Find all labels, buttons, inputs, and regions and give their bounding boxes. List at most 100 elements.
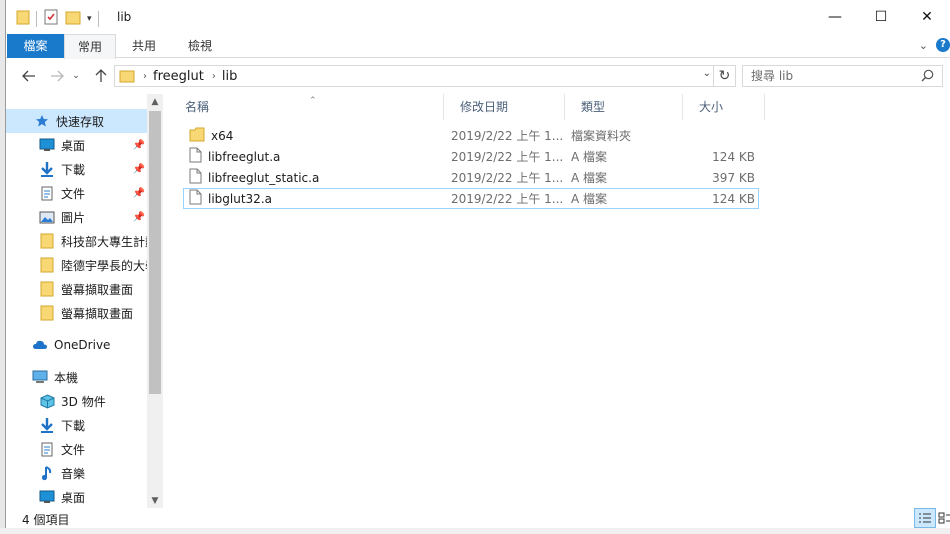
file-name: libfreeglut_static.a bbox=[208, 170, 320, 185]
customize-toolbar-icon[interactable]: ▾ bbox=[87, 14, 92, 24]
scroll-up-icon[interactable]: ▲ bbox=[147, 94, 163, 110]
file-type: A 檔案 bbox=[571, 150, 608, 164]
nav-item-documents[interactable]: 文件 bbox=[6, 437, 147, 461]
folder-icon bbox=[16, 9, 30, 28]
file-type: A 檔案 bbox=[571, 171, 608, 185]
file-name: libfreeglut.a bbox=[208, 149, 281, 164]
pin-icon[interactable]: 📌 bbox=[133, 140, 145, 151]
status-bar: 4 個項目 bbox=[6, 508, 950, 528]
nav-item-folder[interactable]: 陸德宇學長的大學 bbox=[6, 253, 147, 277]
nav-item-label: 3D 物件 bbox=[61, 394, 106, 409]
pin-icon[interactable]: 📌 bbox=[133, 164, 145, 175]
desktop-icon bbox=[39, 137, 55, 153]
new-folder-icon[interactable] bbox=[65, 9, 81, 28]
nav-item-quick-access[interactable]: 快速存取 bbox=[6, 109, 147, 133]
large-icons-view-button[interactable] bbox=[934, 508, 950, 528]
nav-item-documents[interactable]: 文件 📌 bbox=[6, 181, 147, 205]
toolbar-separator bbox=[36, 10, 37, 27]
nav-item-label: 本機 bbox=[54, 370, 79, 385]
column-header-label: 名稱 bbox=[185, 100, 210, 114]
scrollbar-thumb[interactable] bbox=[149, 111, 161, 394]
expand-ribbon-icon[interactable]: ⌄ bbox=[919, 39, 928, 52]
table-row-focused[interactable]: libglut32.a 2019/2/22 上午 1... A 檔案 124 K… bbox=[183, 188, 759, 209]
search-box[interactable] bbox=[742, 65, 943, 87]
up-button[interactable] bbox=[90, 66, 112, 86]
table-row[interactable]: x64 2019/2/22 上午 1... 檔案資料夾 bbox=[183, 125, 759, 146]
picture-icon bbox=[39, 209, 55, 225]
folder-icon bbox=[189, 127, 205, 145]
table-row[interactable]: libfreeglut_static.a 2019/2/22 上午 1... A… bbox=[183, 167, 759, 188]
tab-file[interactable]: 檔案 bbox=[7, 34, 64, 58]
tab-home[interactable]: 常用 bbox=[64, 34, 116, 59]
breadcrumb-lib[interactable]: lib bbox=[222, 69, 237, 84]
refresh-icon: ↻ bbox=[718, 68, 731, 84]
file-icon bbox=[189, 147, 202, 166]
nav-item-label: 陸德宇學長的大學 bbox=[61, 258, 147, 273]
nav-item-desktop[interactable]: 桌面 bbox=[6, 485, 147, 509]
tab-share[interactable]: 共用 bbox=[116, 34, 172, 58]
nav-item-desktop[interactable]: 桌面 📌 bbox=[6, 133, 147, 157]
file-icon bbox=[189, 189, 202, 208]
pin-icon[interactable]: 📌 bbox=[133, 212, 145, 223]
nav-item-label: OneDrive bbox=[54, 338, 111, 352]
item-count: 4 個項目 bbox=[22, 513, 70, 527]
folder-icon bbox=[39, 281, 55, 297]
file-size: 397 KB bbox=[712, 170, 755, 185]
file-name: libglut32.a bbox=[208, 191, 272, 206]
forward-button[interactable] bbox=[46, 66, 68, 86]
details-view-button[interactable] bbox=[914, 508, 936, 528]
document-icon bbox=[39, 185, 55, 201]
nav-item-music[interactable]: 音樂 bbox=[6, 461, 147, 485]
column-header-type[interactable]: 類型 bbox=[565, 94, 683, 120]
nav-item-downloads[interactable]: 下載 bbox=[6, 413, 147, 437]
nav-item-onedrive[interactable]: OneDrive bbox=[6, 333, 147, 357]
breadcrumb-chevron-icon[interactable]: › bbox=[143, 71, 147, 82]
nav-item-downloads[interactable]: 下載 📌 bbox=[6, 157, 147, 181]
breadcrumb-chevron-icon[interactable]: › bbox=[212, 71, 216, 82]
column-header-name[interactable]: 名稱 ⌃ bbox=[169, 94, 444, 120]
large-icons-view-icon bbox=[938, 512, 950, 524]
folder-icon bbox=[119, 69, 135, 83]
breadcrumb-freeglut[interactable]: freeglut bbox=[153, 69, 204, 84]
quick-access-toolbar: ▾ bbox=[16, 9, 99, 28]
file-date: 2019/2/22 上午 1... bbox=[451, 192, 564, 206]
nav-scrollbar[interactable]: ▲ ▼ bbox=[147, 94, 163, 510]
download-icon bbox=[39, 161, 55, 177]
column-header-label: 修改日期 bbox=[460, 100, 509, 114]
nav-item-folder[interactable]: 科技部大專生計劃 bbox=[6, 229, 147, 253]
nav-item-this-pc[interactable]: 本機 bbox=[6, 365, 147, 389]
column-header-size[interactable]: 大小 bbox=[683, 94, 765, 120]
table-row[interactable]: libfreeglut.a 2019/2/22 上午 1... A 檔案 124… bbox=[183, 146, 759, 167]
close-button[interactable]: ✕ bbox=[904, 0, 950, 34]
file-type: 檔案資料夾 bbox=[571, 129, 632, 143]
file-date: 2019/2/22 上午 1... bbox=[451, 171, 564, 185]
back-button[interactable] bbox=[18, 66, 40, 86]
forward-arrow-icon bbox=[51, 70, 64, 82]
desktop-icon bbox=[39, 489, 55, 505]
nav-item-3d-objects[interactable]: 3D 物件 bbox=[6, 389, 147, 413]
folder-icon bbox=[39, 257, 55, 273]
nav-item-folder[interactable]: 螢幕擷取畫面 bbox=[6, 277, 147, 301]
cloud-icon bbox=[32, 337, 48, 353]
pin-icon[interactable]: 📌 bbox=[133, 188, 145, 199]
recent-locations-button[interactable]: ⌄ bbox=[70, 66, 82, 86]
refresh-button[interactable]: ↻ bbox=[714, 65, 736, 87]
address-dropdown-icon[interactable]: ⌄ bbox=[703, 68, 711, 79]
address-bar[interactable]: › freeglut › lib ⌄ bbox=[114, 65, 714, 87]
window-title: lib bbox=[117, 10, 132, 24]
scroll-down-icon[interactable]: ▼ bbox=[147, 493, 163, 509]
maximize-button[interactable]: ☐ bbox=[858, 0, 904, 34]
explorer-window: ▾ lib — ☐ ✕ 檔案 常用 共用 檢視 ⌄ ? ⌄ › freeglut… bbox=[5, 0, 950, 534]
tab-view[interactable]: 檢視 bbox=[172, 34, 228, 58]
file-type: A 檔案 bbox=[571, 192, 608, 206]
nav-item-folder[interactable]: 螢幕擷取畫面 bbox=[6, 301, 147, 325]
search-input[interactable] bbox=[751, 69, 911, 83]
minimize-button[interactable]: — bbox=[812, 0, 858, 34]
sort-ascending-icon: ⌃ bbox=[309, 96, 317, 106]
nav-item-label: 科技部大專生計劃 bbox=[61, 234, 147, 249]
help-icon[interactable]: ? bbox=[936, 38, 950, 52]
column-header-date[interactable]: 修改日期 bbox=[444, 94, 565, 120]
properties-icon[interactable] bbox=[43, 9, 59, 28]
nav-item-label: 下載 bbox=[61, 162, 86, 177]
nav-item-pictures[interactable]: 圖片 📌 bbox=[6, 205, 147, 229]
